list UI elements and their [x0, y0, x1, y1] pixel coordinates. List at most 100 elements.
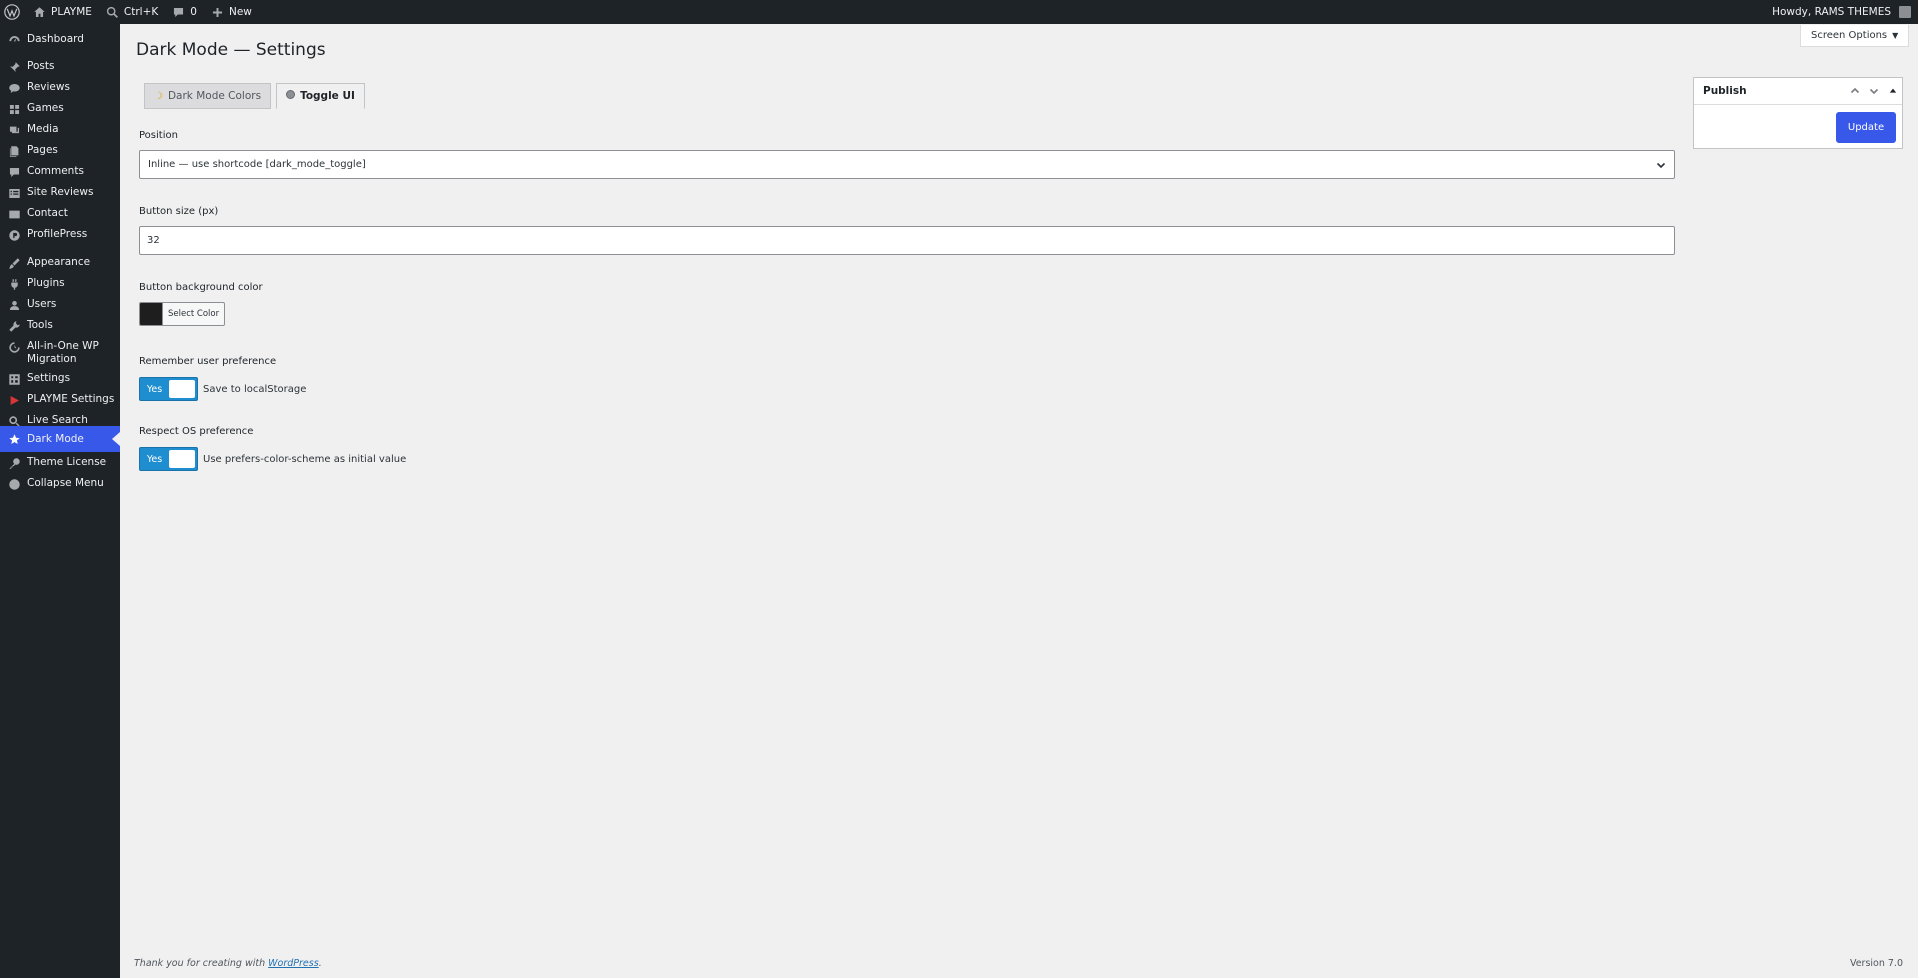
sidebar-item-label: Settings — [27, 372, 71, 384]
star-icon — [7, 432, 21, 446]
toggle-knob — [169, 450, 195, 468]
remember-toggle[interactable]: Yes — [139, 377, 198, 401]
screen-options-button[interactable]: Screen Options ▼ — [1800, 25, 1910, 47]
sidebar-item-label: Users — [27, 298, 57, 310]
sidebar-item-appearance[interactable]: Appearance — [0, 256, 120, 270]
sidebar-item-label: Site Reviews — [27, 186, 94, 198]
page-title: Dark Mode — Settings — [136, 40, 326, 60]
plus-icon — [212, 7, 223, 17]
toggle-knob — [169, 380, 195, 398]
sidebar-item-posts[interactable]: Posts — [0, 60, 120, 74]
remember-toggle-row: Yes Save to localStorage — [139, 377, 306, 401]
publish-controls — [1845, 81, 1902, 101]
key-icon — [7, 456, 21, 470]
site-name-link[interactable]: PLAYME — [26, 0, 99, 24]
pin-icon — [7, 60, 21, 74]
search-shortcut[interactable]: Ctrl+K — [99, 0, 165, 24]
circle-icon — [286, 90, 296, 102]
new-content-link[interactable]: New — [204, 0, 259, 24]
home-icon — [34, 6, 45, 17]
sidebar-item-site-reviews[interactable]: Site Reviews — [0, 186, 120, 200]
sidebar-item-label: Comments — [27, 165, 84, 177]
dashboard-icon — [7, 33, 21, 47]
tab-dark-mode-colors[interactable]: ☽ Dark Mode Colors — [144, 83, 272, 109]
wordpress-logo-icon[interactable] — [0, 0, 26, 24]
comments-link[interactable]: 0 — [165, 0, 204, 24]
sidebar-item-contact[interactable]: Contact — [0, 207, 120, 221]
main-content: Dark Mode — Settings Screen Options ▼ ☽ … — [120, 24, 1918, 978]
howdy-text: Howdy, RAMS THEMES — [1772, 6, 1891, 18]
sidebar-item-label: Contact — [27, 207, 68, 219]
sidebar-item-games[interactable]: Games — [0, 102, 120, 116]
sidebar-item-label: Posts — [27, 60, 55, 72]
publish-title: Publish — [1703, 85, 1747, 97]
position-select-value: Inline — use shortcode [dark_mode_toggle… — [148, 159, 366, 170]
position-label: Position — [139, 130, 178, 141]
play-icon — [7, 393, 21, 407]
remember-label: Remember user preference — [139, 356, 277, 367]
sidebar-item-playme-settings[interactable]: PLAYME Settings — [0, 393, 120, 407]
profilepress-icon — [7, 228, 21, 242]
footer-version: Version 7.0 — [1849, 958, 1903, 969]
sidebar-item-label: Tools — [27, 319, 53, 331]
sidebar-item-settings[interactable]: Settings — [0, 372, 120, 386]
sidebar-item-label: Games — [27, 102, 64, 114]
chevron-up-icon[interactable] — [1845, 81, 1864, 101]
sidebar-item-theme-license[interactable]: Theme License — [0, 456, 120, 470]
sidebar-item-label: Dashboard — [27, 33, 84, 45]
comment-icon — [174, 7, 184, 17]
pages-icon — [7, 144, 21, 158]
os-pref-label: Respect OS preference — [139, 426, 254, 437]
sidebar-item-media[interactable]: Media — [0, 123, 120, 137]
sidebar-item-dark-mode[interactable]: Dark Mode — [0, 426, 120, 452]
sidebar-item-label: Theme License — [27, 456, 107, 468]
sidebar-item-plugins[interactable]: Plugins — [0, 277, 120, 291]
sidebar-item-comments[interactable]: Comments — [0, 165, 120, 179]
publish-box: Publish Update — [1693, 77, 1903, 149]
os-pref-toggle[interactable]: Yes — [139, 447, 198, 471]
speech-bubble-icon — [7, 81, 21, 95]
update-button[interactable]: Update — [1836, 112, 1896, 143]
wordpress-link[interactable]: WordPress — [268, 958, 319, 969]
my-account-link[interactable]: Howdy, RAMS THEMES — [1765, 0, 1918, 24]
footer-thanks-suffix: . — [318, 958, 322, 969]
media-icon — [7, 123, 21, 137]
chevron-down-icon[interactable] — [1864, 81, 1883, 101]
toggle-label: Yes — [146, 453, 163, 465]
sidebar-item-dashboard[interactable]: Dashboard — [0, 33, 120, 47]
migration-icon — [7, 340, 21, 354]
sidebar-item-reviews[interactable]: Reviews — [0, 81, 120, 95]
sidebar-item-label: Appearance — [27, 256, 91, 268]
collapse-icon — [7, 477, 21, 491]
button-size-input[interactable]: 32 — [139, 226, 1675, 255]
tab-toggle-ui[interactable]: Toggle UI — [276, 83, 365, 109]
sidebar-item-label: Dark Mode — [27, 432, 84, 445]
sidebar-item-collapse-menu[interactable]: Collapse Menu — [0, 477, 120, 491]
sidebar-item-profilepress[interactable]: ProfilePress — [0, 228, 120, 242]
sidebar-item-label: PLAYME Settings — [27, 393, 115, 405]
sidebar-item-label: Pages — [27, 144, 58, 156]
sidebar-item-label: All-in-One WP Migration — [27, 340, 99, 365]
position-select[interactable]: Inline — use shortcode [dark_mode_toggle… — [139, 150, 1675, 179]
avatar — [1899, 6, 1911, 18]
sidebar-item-users[interactable]: Users — [0, 298, 120, 312]
admin-sidebar: Dashboard Posts Reviews Games Media Pages Comm… — [0, 24, 120, 978]
os-toggle-row: Yes Use prefers-color-scheme as initial … — [139, 447, 406, 471]
paintbrush-icon — [7, 256, 21, 270]
sidebar-item-tools[interactable]: Tools — [0, 319, 120, 333]
bg-color-label: Button background color — [139, 282, 263, 293]
color-picker-button[interactable]: Select Color — [139, 302, 226, 326]
chevron-down-icon — [1656, 160, 1666, 170]
button-size-value: 32 — [147, 235, 160, 246]
tab-label: Dark Mode Colors — [167, 90, 262, 102]
plug-icon — [7, 277, 21, 291]
collapse-triangle-icon[interactable] — [1883, 81, 1902, 101]
remember-desc: Save to localStorage — [203, 383, 307, 395]
wrench-icon — [7, 319, 21, 333]
sidebar-item-label: Collapse Menu — [27, 477, 104, 489]
toggle-label: Yes — [146, 383, 163, 395]
sidebar-item-pages[interactable]: Pages — [0, 144, 120, 158]
caret-down-icon: ▼ — [1892, 31, 1899, 40]
comments-count: 0 — [190, 6, 197, 18]
sidebar-item-all-in-one-wp-migration[interactable]: All-in-One WP Migration — [0, 340, 120, 368]
